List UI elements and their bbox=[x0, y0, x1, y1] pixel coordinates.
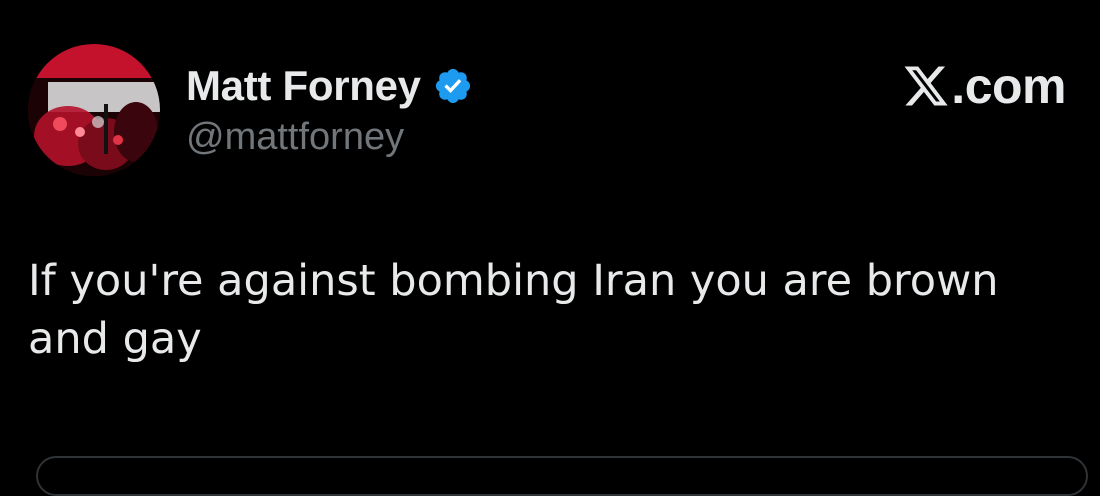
x-logo-icon bbox=[902, 62, 950, 110]
verified-badge-icon[interactable] bbox=[433, 66, 473, 106]
avatar[interactable] bbox=[28, 44, 160, 176]
tweet-text: If you're against bombing Iran you are b… bbox=[28, 256, 1013, 364]
author-name-row: Matt Forney bbox=[186, 60, 473, 112]
brand-watermark: .com bbox=[902, 56, 1066, 116]
author-display-name[interactable]: Matt Forney bbox=[186, 62, 421, 110]
avatar-image bbox=[28, 44, 160, 176]
embedded-card-border[interactable] bbox=[36, 456, 1088, 496]
tweet-card: Matt Forney @mattforney .com If you're a… bbox=[0, 0, 1100, 496]
brand-domain-text: .com bbox=[951, 58, 1066, 114]
author-handle[interactable]: @mattforney bbox=[186, 116, 404, 159]
